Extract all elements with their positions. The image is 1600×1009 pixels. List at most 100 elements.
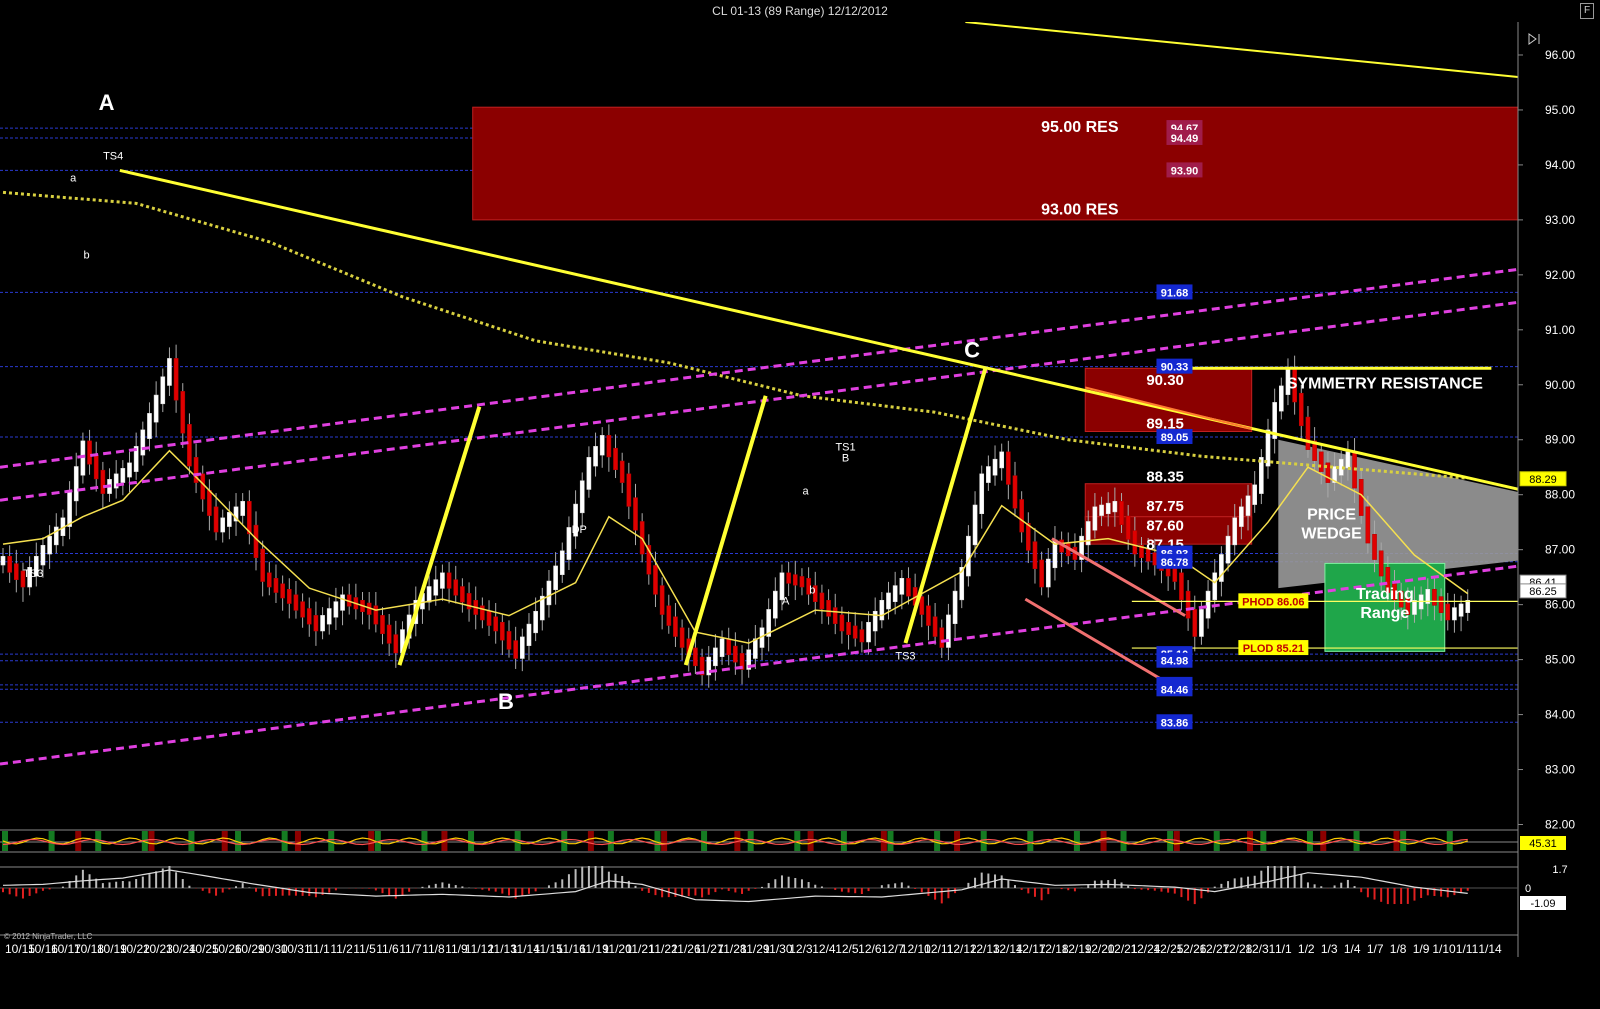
y-tick-label: 94.00 — [1545, 158, 1575, 172]
candle-down — [500, 621, 505, 641]
candle-down — [606, 435, 612, 458]
osc-bar — [1247, 831, 1254, 851]
candle-down — [1125, 515, 1131, 540]
level-tag: 84.98 — [1161, 656, 1189, 668]
price-chart[interactable]: SYMMETRY RESISTANCE PHOD 86.06 PLOD 85.21 9… — [0, 22, 1600, 1009]
candle-up — [999, 451, 1004, 469]
level-tag: 93.90 — [1171, 165, 1199, 177]
candle-up — [886, 592, 891, 610]
candle-down — [939, 627, 945, 648]
candle-up — [559, 550, 565, 575]
candle-up — [1225, 535, 1231, 564]
candle-down — [852, 625, 858, 639]
candle-up — [333, 601, 339, 618]
candle-up — [153, 394, 159, 423]
candle-down — [460, 586, 465, 603]
zone-label-93-res: 93.00 RES — [1041, 201, 1119, 218]
candle-down — [513, 640, 518, 659]
wave-label: C — [964, 337, 980, 362]
candle-up — [992, 458, 998, 476]
y-tick-label: 83.00 — [1545, 763, 1575, 777]
candle-up — [1452, 607, 1457, 621]
osc-bar — [1260, 831, 1267, 851]
wave-label: A — [99, 90, 115, 115]
candle-up — [966, 535, 971, 577]
hist-zero-label: 0 — [1525, 883, 1531, 895]
osc-bar — [1306, 831, 1313, 851]
candle-up — [426, 586, 432, 603]
x-tick-label: 11/6 — [376, 942, 399, 956]
candle-up — [1199, 609, 1204, 637]
x-tick-label: 11/7 — [399, 942, 422, 956]
osc-bar — [1400, 831, 1407, 851]
candle-down — [1318, 451, 1324, 472]
candle-up — [533, 610, 538, 634]
osc-bar — [661, 831, 668, 851]
osc-bar — [1446, 831, 1453, 851]
candle-down — [786, 572, 791, 584]
level-tag: 86.78 — [1161, 557, 1189, 569]
candle-down — [1185, 590, 1191, 619]
x-tick-label: 1/9 — [1413, 942, 1430, 956]
candle-down — [87, 440, 92, 465]
candle-down — [247, 501, 252, 535]
candle-down — [180, 391, 186, 434]
candle-up — [713, 647, 718, 667]
level-tag: 90.33 — [1161, 362, 1189, 374]
candle-up — [240, 501, 245, 516]
level-tag: 89.05 — [1161, 432, 1189, 444]
candle-up — [440, 572, 445, 589]
trading-range-label: Trading — [1356, 586, 1414, 603]
candle-down — [1445, 603, 1451, 621]
level-tag: 91.68 — [1161, 287, 1189, 299]
y-tick-label: 88.00 — [1545, 488, 1575, 502]
candle-up — [1112, 501, 1118, 513]
candle-up — [1239, 506, 1244, 527]
candle-up — [579, 480, 585, 514]
x-tick-label: 1/11 — [1456, 942, 1479, 956]
candle-down — [1438, 596, 1444, 613]
candle-up — [972, 504, 978, 546]
x-tick-label: 12/4 — [812, 942, 836, 956]
candle-down — [619, 460, 625, 483]
y-tick-label: 90.00 — [1545, 378, 1575, 392]
x-tick-label: 12/5 — [835, 942, 859, 956]
candle-up — [1205, 590, 1211, 619]
candle-down — [100, 469, 106, 494]
candle-down — [1372, 534, 1377, 560]
candle-down — [653, 565, 658, 595]
zone-label-87-75: 87.75 — [1146, 498, 1184, 515]
candle-down — [93, 455, 99, 480]
swing-label: a — [70, 172, 77, 184]
zone-label-87-60: 87.60 — [1146, 517, 1184, 534]
candle-down — [1019, 499, 1024, 533]
candle-up — [986, 466, 991, 483]
candle-down — [792, 574, 798, 586]
window-title-bar: CL 01-13 (89 Range) 12/12/2012 F — [0, 0, 1600, 23]
swing-label: TS4 — [103, 150, 123, 162]
candle-down — [1305, 416, 1311, 450]
swing-label: a — [803, 486, 810, 498]
candle-down — [633, 497, 638, 531]
osc-bar — [887, 831, 894, 851]
candle-down — [839, 614, 845, 632]
x-tick-label: 11/2 — [330, 942, 353, 956]
candle-down — [819, 592, 825, 610]
swing-label: TS3 — [23, 568, 43, 580]
candle-up — [899, 578, 905, 595]
osc-bar — [840, 831, 847, 851]
float-window-button[interactable]: F — [1580, 3, 1594, 19]
osc-bar — [980, 831, 987, 851]
x-tick-label: 1/10 — [1432, 942, 1456, 956]
candle-down — [906, 578, 911, 597]
x-tick-label: 1/7 — [1367, 942, 1384, 956]
candle-down — [1179, 572, 1184, 601]
candle-up — [1458, 603, 1464, 617]
candle-down — [1432, 588, 1437, 606]
candle-up — [553, 565, 558, 591]
candle-up — [1259, 457, 1264, 494]
osc-bar — [1320, 831, 1327, 851]
candle-up — [586, 457, 592, 490]
candle-down — [693, 647, 698, 667]
candle-down — [1172, 567, 1178, 582]
